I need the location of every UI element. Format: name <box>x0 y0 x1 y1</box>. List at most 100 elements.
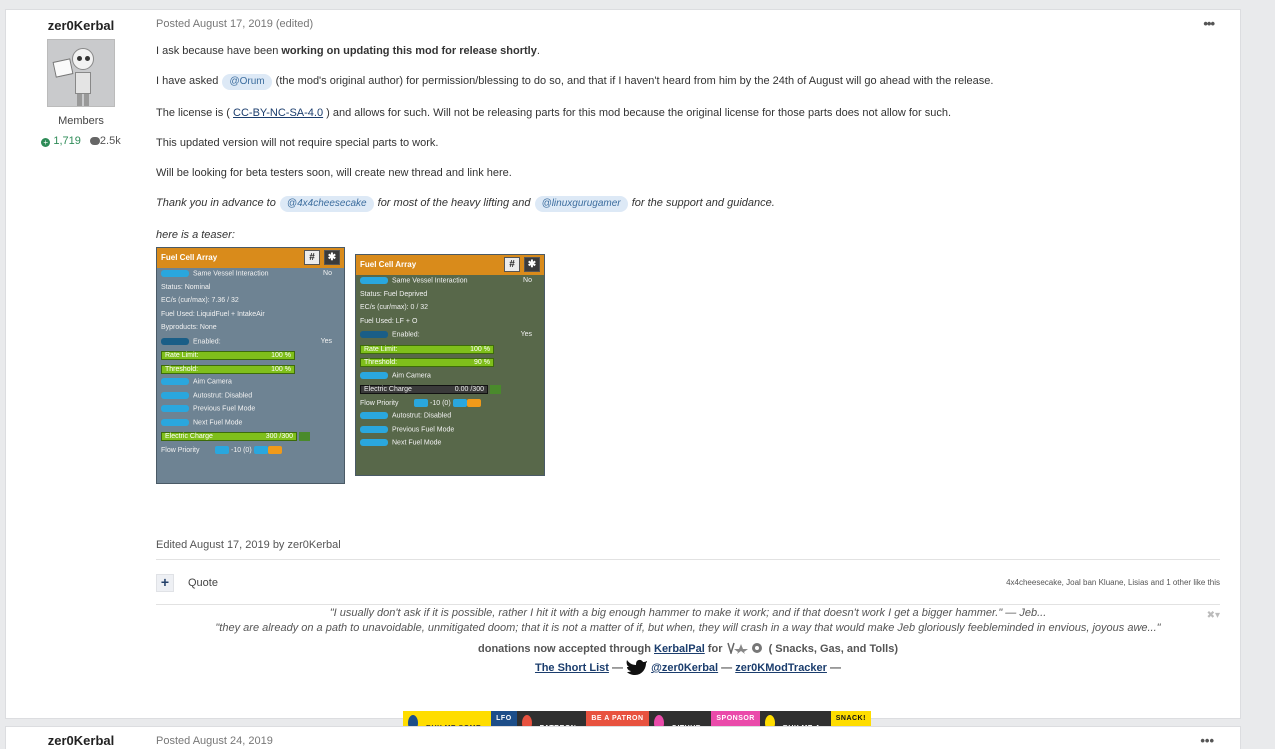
text: for the support and guidance. <box>628 197 775 209</box>
row-value: -10 (0) <box>231 446 252 454</box>
buy-me-lfo-badge[interactable]: BUY ME SOMELFO <box>403 711 517 732</box>
panel-row: Enabled: Yes <box>356 329 544 343</box>
quote-button[interactable]: Quote <box>188 577 218 589</box>
divider <box>156 604 1220 605</box>
paragraph: I have asked @Orum (the mod's original a… <box>156 74 1220 90</box>
avatar-leg <box>77 94 82 106</box>
teaser-screenshot-2[interactable]: Fuel Cell Array # ✱ Same Vessel Interact… <box>355 254 545 476</box>
license-link[interactable]: CC-BY-NC-SA-4.0 <box>233 107 323 119</box>
plus-circle-icon: + <box>41 138 51 147</box>
author-name[interactable]: zer0Kerbal <box>6 18 156 33</box>
toggle-button <box>161 378 189 385</box>
panel-row: Aim Camera <box>157 376 344 390</box>
panel-row: Byproducts: None <box>161 324 217 331</box>
modtracker-link[interactable]: zer0KModTracker <box>735 662 827 674</box>
github-sponsor-badge[interactable]: GITHUBSPONSOR <box>648 711 760 732</box>
support-badges: BUY ME SOMELFO PATREONBE A PATRON GITHUB… <box>403 711 871 732</box>
avatar-sign <box>52 58 74 78</box>
panel-row: Rate Limit: 100 % <box>157 349 344 363</box>
multiquote-plus-icon[interactable]: + <box>156 574 174 592</box>
more-options-icon[interactable]: ••• <box>1203 16 1215 31</box>
row-value: 90 % <box>474 359 490 366</box>
row-label: Same Vessel Interaction <box>392 277 468 285</box>
row-value: 300 /300 <box>265 433 293 441</box>
mention-4x4cheesecake[interactable]: @4x4cheesecake <box>279 196 374 212</box>
kerbalpal-link[interactable]: KerbalPal <box>654 643 705 655</box>
panel-row: Threshold: 100 % <box>157 363 344 377</box>
paragraph: This updated version will not require sp… <box>156 137 439 149</box>
row-value: Yes <box>520 331 532 338</box>
text: Thank you in advance to <box>156 197 279 209</box>
badge-right: SNACK! <box>830 711 871 727</box>
panel-row: Previous Fuel Mode <box>356 424 544 438</box>
teaser-screenshot-1[interactable]: Fuel Cell Array # ✱ Same Vessel Interact… <box>156 247 345 484</box>
scrollbar[interactable] <box>1265 0 1275 749</box>
resource-icon <box>299 432 310 441</box>
row-value: -10 (0) <box>430 399 451 407</box>
panel-row: Status: Nominal <box>161 283 211 291</box>
twitter-link[interactable]: @zer0Kerbal <box>651 662 718 674</box>
panel-row: Next Fuel Mode <box>157 417 344 431</box>
row-value: 100 % <box>271 365 291 373</box>
text: (the mod's original author) for permissi… <box>272 75 994 87</box>
mention-linuxgurugamer[interactable]: @linuxgurugamer <box>534 196 628 212</box>
row-label: Aim Camera <box>193 378 232 386</box>
minus-button <box>414 398 429 407</box>
toggle-button <box>360 412 388 419</box>
signature-quote: "they are already on a path to unavoidab… <box>215 622 1161 634</box>
avatar[interactable] <box>47 39 115 107</box>
panel-title: Fuel Cell Array <box>360 260 417 269</box>
slider-bar: Threshold: 100 % <box>161 364 295 374</box>
hash-icon: # <box>504 257 520 272</box>
badge-left: GITHUB <box>648 711 712 732</box>
paragraph: Thank you in advance to @4x4cheesecake f… <box>156 196 1220 212</box>
signature-quote: "I usually don't ask if it is possible, … <box>329 607 1047 619</box>
post-count-value: 2.5k <box>99 135 121 147</box>
panel-row: Aim Camera <box>356 370 544 384</box>
plus-button <box>253 445 268 454</box>
short-list-link[interactable]: The Short List <box>535 662 609 674</box>
badge-right: LFO <box>491 711 517 727</box>
patreon-badge[interactable]: PATREONBE A PATRON <box>516 711 649 732</box>
row-label: Same Vessel Interaction <box>193 270 269 278</box>
paragraph: I ask because have been working on updat… <box>156 44 1220 58</box>
panel-row: Status: Fuel Deprived <box>360 290 428 298</box>
reactions-summary[interactable]: 4x4cheesecake, Joal ban Kluane, Lisias a… <box>1006 578 1220 587</box>
hash-icon: # <box>304 250 320 265</box>
text: ( Snacks, Gas, and Tolls) <box>765 643 898 655</box>
panel-row: EC/s (cur/max): 7.36 / 32 <box>161 297 239 304</box>
panel-row: Threshold: 90 % <box>356 356 544 370</box>
row-value: 100 % <box>271 352 291 359</box>
row-label: Rate Limit: <box>165 352 199 359</box>
buy-me-snack-badge[interactable]: BUY ME ASNACK! <box>759 711 871 732</box>
twitter-icon <box>626 659 648 675</box>
signature-links: The Short List — @zer0Kerbal — zer0KModT… <box>156 659 1220 675</box>
close-signature-icon[interactable]: ✖▾ <box>1207 610 1220 621</box>
text: I have asked <box>156 75 222 87</box>
snack-gas-toll-icons <box>726 642 762 654</box>
text: The license is ( <box>156 107 234 119</box>
row-label: Previous Fuel Mode <box>193 405 256 413</box>
paragraph: here is a teaser: <box>156 229 235 241</box>
row-label: Threshold: <box>165 365 199 373</box>
row-label: Next Fuel Mode <box>193 418 243 426</box>
panel-header: Fuel Cell Array # ✱ <box>356 255 544 275</box>
toggle-button <box>161 391 189 399</box>
post-meta[interactable]: Posted August 17, 2019 (edited) <box>156 18 313 30</box>
text: for <box>704 643 726 655</box>
row-label: Enabled: <box>392 331 420 339</box>
panel-row: Fuel Used: LiquidFuel + IntakeAir <box>161 310 265 318</box>
text: donations now accepted through <box>478 643 654 655</box>
author-name[interactable]: zer0Kerbal <box>6 733 156 748</box>
panel-row: Same Vessel Interaction No <box>157 268 344 282</box>
separator: — <box>826 662 842 674</box>
member-group: Members <box>58 115 104 127</box>
separator: — <box>608 662 627 674</box>
more-options-icon[interactable]: ••• <box>1200 733 1214 748</box>
panel-row: EC/s (cur/max): 0 / 32 <box>360 304 429 311</box>
post-meta[interactable]: Posted August 24, 2019 <box>156 735 273 747</box>
row-label: Threshold: <box>364 359 398 366</box>
mention-orum[interactable]: @Orum <box>222 74 272 90</box>
post-actions: + Quote 4x4cheesecake, Joal ban Kluane, … <box>156 574 1220 594</box>
toggle-button <box>360 439 388 446</box>
